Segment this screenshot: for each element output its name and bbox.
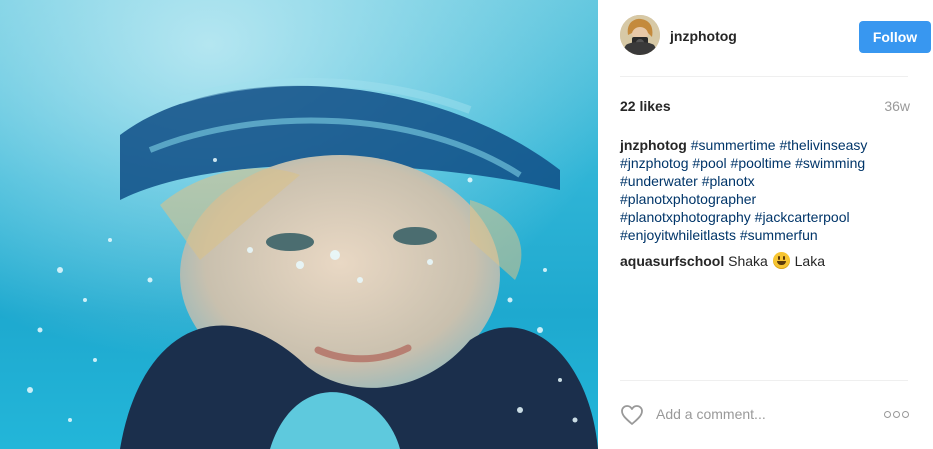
post-photo[interactable] (0, 0, 598, 449)
more-options-icon[interactable] (884, 406, 910, 422)
heart-icon[interactable] (620, 404, 644, 426)
avatar-image (620, 15, 660, 55)
comment-input[interactable] (656, 403, 856, 425)
follow-button[interactable]: Follow (859, 21, 931, 53)
comment-item: aquasurfschool Shaka Laka (620, 252, 910, 270)
hashtag-line[interactable]: #summertime #thelivinseasy (691, 137, 868, 153)
post-header: jnzphotog Follow (620, 15, 931, 60)
likes-count[interactable]: 22 likes (620, 98, 671, 114)
grinning-face-emoji-icon (772, 252, 790, 269)
hashtag-line[interactable]: #planotxphotography #jackcarterpool (620, 209, 850, 225)
caption: jnzphotog #summertime #thelivinseasy #jn… (620, 136, 910, 244)
avatar[interactable] (620, 15, 660, 55)
comment-text: Laka (794, 253, 825, 269)
comment-username[interactable]: aquasurfschool (620, 253, 724, 269)
post-age[interactable]: 36w (884, 98, 910, 114)
header-divider (620, 76, 908, 77)
hashtag-line[interactable]: #underwater #planotx (620, 173, 755, 189)
post-details-panel: jnzphotog Follow 22 likes 36w jnzphotog … (598, 0, 933, 449)
comment-text: Shaka (728, 253, 768, 269)
caption-username[interactable]: jnzphotog (620, 137, 687, 153)
hashtag-line[interactable]: #enjoyitwhileitlasts #summerfun (620, 227, 818, 243)
underwater-child-image (0, 0, 598, 449)
hashtag-line[interactable]: #jnzphotog #pool #pooltime #swimming (620, 155, 865, 171)
username[interactable]: jnzphotog (670, 28, 737, 44)
hashtag-line[interactable]: #planotxphotographer (620, 191, 756, 207)
actions-divider (620, 380, 908, 381)
